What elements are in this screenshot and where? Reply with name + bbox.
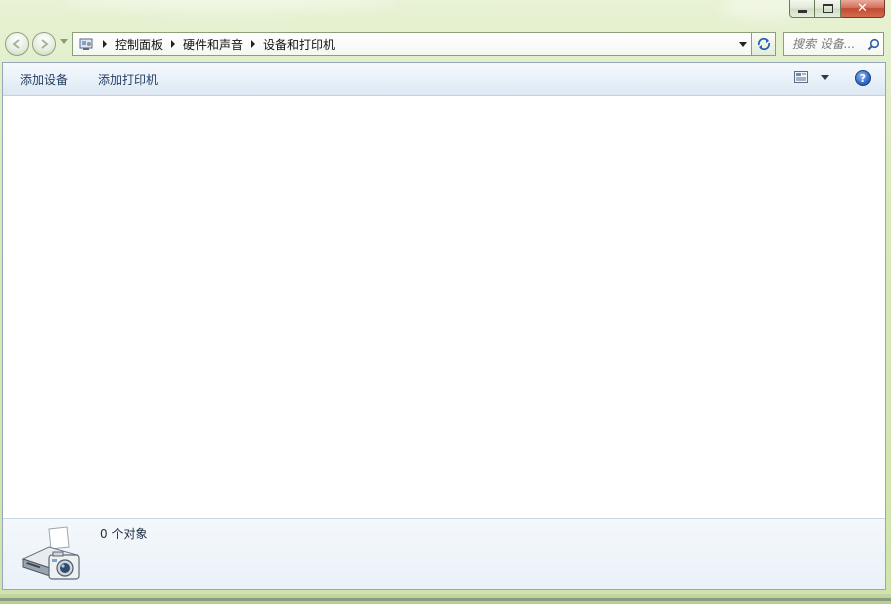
- search-box[interactable]: [783, 32, 884, 56]
- explorer-client-area: 添加设备 添加打印机 ? 0 个对象: [2, 62, 886, 590]
- help-icon: ?: [859, 71, 867, 85]
- caption-buttons: ✕: [789, 0, 885, 20]
- close-button[interactable]: ✕: [841, 0, 885, 18]
- taskbar-edge: [0, 598, 891, 601]
- back-arrow-icon: [12, 39, 20, 49]
- breadcrumb-separator-icon[interactable]: [251, 40, 256, 48]
- forward-button[interactable]: [32, 32, 56, 56]
- devices-and-printers-window: ✕ 控制面板 硬件和声音 设备和打印机 搜索 设备... 添加设备 添加打印机 …: [0, 0, 891, 604]
- device-list-view[interactable]: [3, 96, 885, 518]
- minimize-button[interactable]: [789, 0, 815, 18]
- search-input[interactable]: [792, 37, 864, 51]
- forward-arrow-icon: [41, 39, 49, 49]
- details-pane: 0 个对象: [3, 518, 885, 589]
- change-view-button[interactable]: [794, 71, 829, 83]
- view-options-icon: [794, 71, 808, 83]
- item-count-label: 0 个对象: [100, 527, 148, 541]
- help-button[interactable]: ?: [855, 70, 871, 86]
- search-icon[interactable]: [866, 37, 880, 51]
- add-device-button[interactable]: 添加设备: [20, 71, 68, 88]
- address-bar[interactable]: 控制面板 硬件和声音 设备和打印机: [72, 32, 752, 56]
- breadcrumb-separator-icon[interactable]: [103, 40, 107, 48]
- refresh-button[interactable]: [752, 32, 776, 56]
- add-printer-button[interactable]: 添加打印机: [98, 71, 158, 88]
- recent-pages-dropdown[interactable]: [60, 39, 68, 44]
- breadcrumb-devices-and-printers[interactable]: 设备和打印机: [263, 36, 335, 53]
- back-button[interactable]: [5, 32, 29, 56]
- minimize-icon: [797, 10, 807, 13]
- breadcrumb-control-panel[interactable]: 控制面板: [115, 36, 163, 53]
- control-panel-icon: [77, 35, 95, 53]
- printer-camera-icon: [19, 525, 83, 583]
- command-bar: 添加设备 添加打印机 ?: [3, 63, 885, 96]
- chevron-down-icon: [821, 74, 829, 80]
- maximize-button[interactable]: [815, 0, 841, 18]
- breadcrumb-hardware-and-sound[interactable]: 硬件和声音: [183, 36, 243, 53]
- maximize-icon: [822, 4, 833, 13]
- breadcrumb-separator-icon[interactable]: [171, 40, 176, 48]
- address-history-dropdown[interactable]: [735, 33, 751, 55]
- close-icon: ✕: [857, 1, 868, 16]
- title-glow: [60, 0, 400, 12]
- refresh-icon: [757, 37, 770, 51]
- navigation-bar: 控制面板 硬件和声音 设备和打印机: [0, 30, 891, 58]
- window-bottom-border: [0, 594, 891, 604]
- chevron-down-icon: [739, 41, 747, 47]
